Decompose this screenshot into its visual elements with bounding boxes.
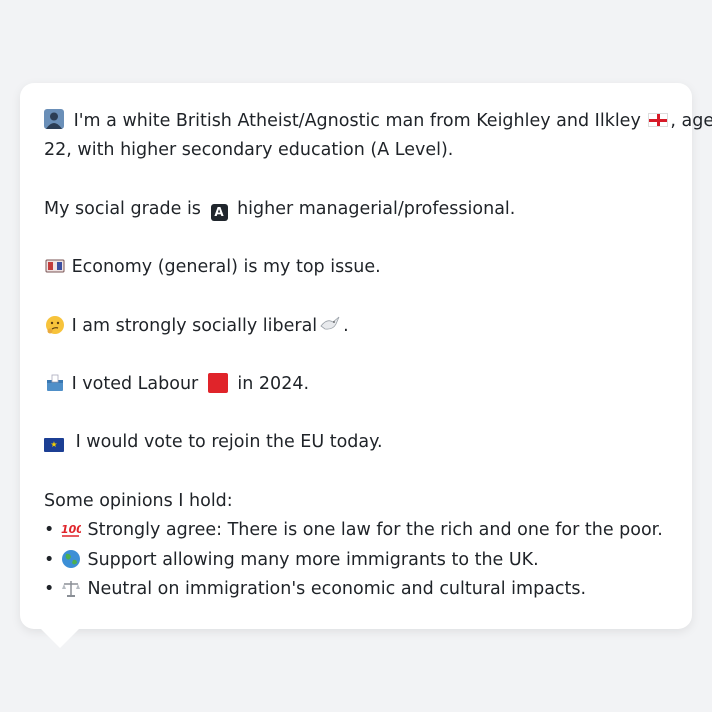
dove-icon <box>319 312 341 341</box>
intro-text-line2: 22, with higher secondary education (A L… <box>44 140 454 161</box>
eu-paragraph: ★ I would vote to rejoin the EU today. <box>44 428 672 457</box>
list-item: • 100 Strongly agree: There is one law f… <box>44 516 672 545</box>
thinking-face-icon <box>44 312 66 341</box>
opinion-text: Neutral on immigration's economic and cu… <box>87 579 587 600</box>
opinion-text: Strongly agree: There is one law for the… <box>87 520 663 541</box>
social-grade-prefix: My social grade is <box>44 198 201 219</box>
vote-suffix: in 2024. <box>237 374 310 395</box>
social-grade-suffix: higher managerial/professional. <box>237 198 516 219</box>
person-icon <box>44 109 74 131</box>
bubble-tail <box>40 628 80 648</box>
vote-prefix: I voted Labour <box>71 374 199 395</box>
opinion-text: Support allowing many more immigrants to… <box>87 549 539 570</box>
opinions-section: Some opinions I hold: • 100 Strongly agr… <box>44 487 672 605</box>
england-flag-icon <box>648 113 669 127</box>
social-view-end: . <box>343 315 349 336</box>
social-grade-paragraph: My social grade is A higher managerial/p… <box>44 195 672 224</box>
top-issue-text: Economy (general) is my top issue. <box>71 257 381 278</box>
intro-paragraph: I'm a white British Atheist/Agnostic man… <box>44 107 712 166</box>
list-item: • Support allowing many more immigrants … <box>44 546 672 575</box>
svg-text:100: 100 <box>61 523 81 536</box>
message-bubble: I'm a white British Atheist/Agnostic man… <box>20 83 712 629</box>
opinions-heading: Some opinions I hold: <box>44 490 233 511</box>
social-view-paragraph: I am strongly socially liberal . <box>44 312 672 341</box>
a-button-icon: A <box>210 204 228 222</box>
hundred-points-icon: 100 <box>60 516 84 545</box>
eu-flag-icon: ★ <box>44 438 64 453</box>
ballot-box-icon <box>44 370 66 399</box>
money-bag-icon <box>44 253 66 282</box>
intro-text-line1: I'm a white British Atheist/Agnostic man… <box>73 111 641 131</box>
top-issue-paragraph: Economy (general) is my top issue. <box>44 253 672 282</box>
globe-icon <box>60 546 82 575</box>
list-item: • Neutral on immigration's economic and … <box>44 575 672 604</box>
vote-paragraph: I voted Labour in 2024. <box>44 370 672 399</box>
intro-text-line1-end: , aged <box>670 111 712 131</box>
labour-red-square-icon <box>207 373 228 394</box>
social-view-text: I am strongly socially liberal <box>71 315 318 336</box>
balance-scale-icon <box>60 575 82 604</box>
eu-text: I would vote to rejoin the EU today. <box>75 432 383 453</box>
